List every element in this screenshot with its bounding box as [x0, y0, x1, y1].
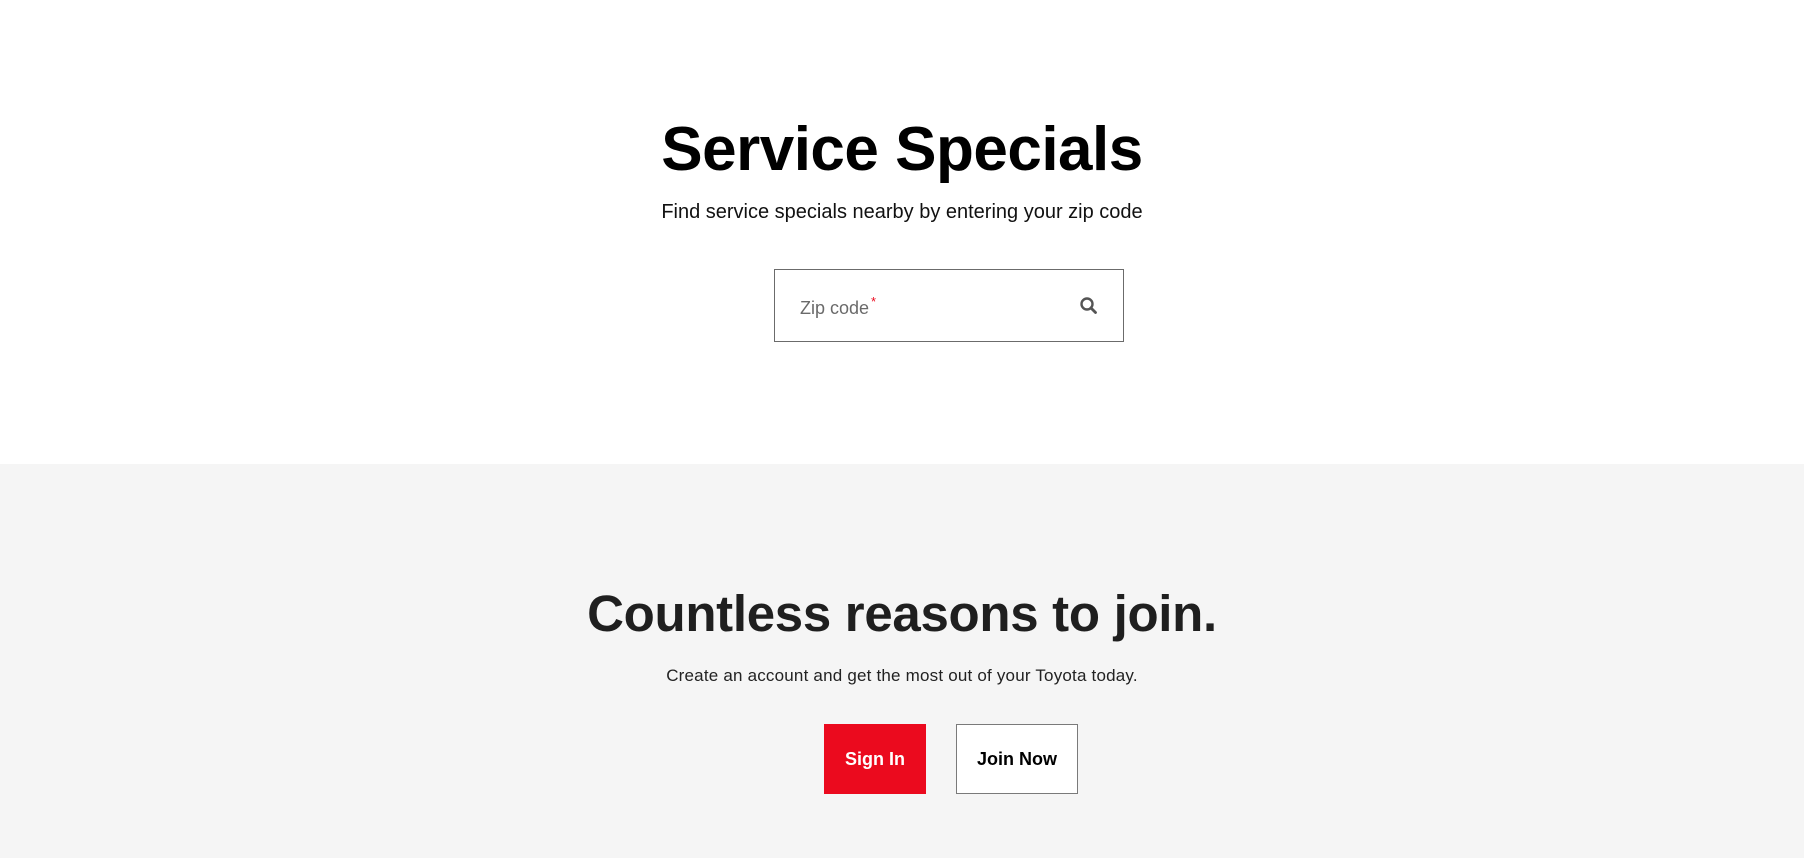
search-icon[interactable] — [1077, 294, 1101, 318]
join-section: Countless reasons to join. Create an acc… — [0, 464, 1804, 858]
join-subtitle: Create an account and get the most out o… — [666, 666, 1138, 685]
service-specials-subtitle: Find service specials nearby by entering… — [661, 201, 1143, 223]
zip-code-field[interactable]: Zip code * — [774, 269, 1124, 342]
join-title: Countless reasons to join. — [587, 585, 1217, 642]
zip-code-input[interactable] — [799, 270, 1059, 341]
service-specials-section: Service Specials Find service specials n… — [0, 0, 1804, 464]
sign-in-button[interactable]: Sign In — [824, 724, 926, 794]
join-now-button[interactable]: Join Now — [956, 724, 1078, 794]
page-title: Service Specials — [661, 115, 1143, 184]
